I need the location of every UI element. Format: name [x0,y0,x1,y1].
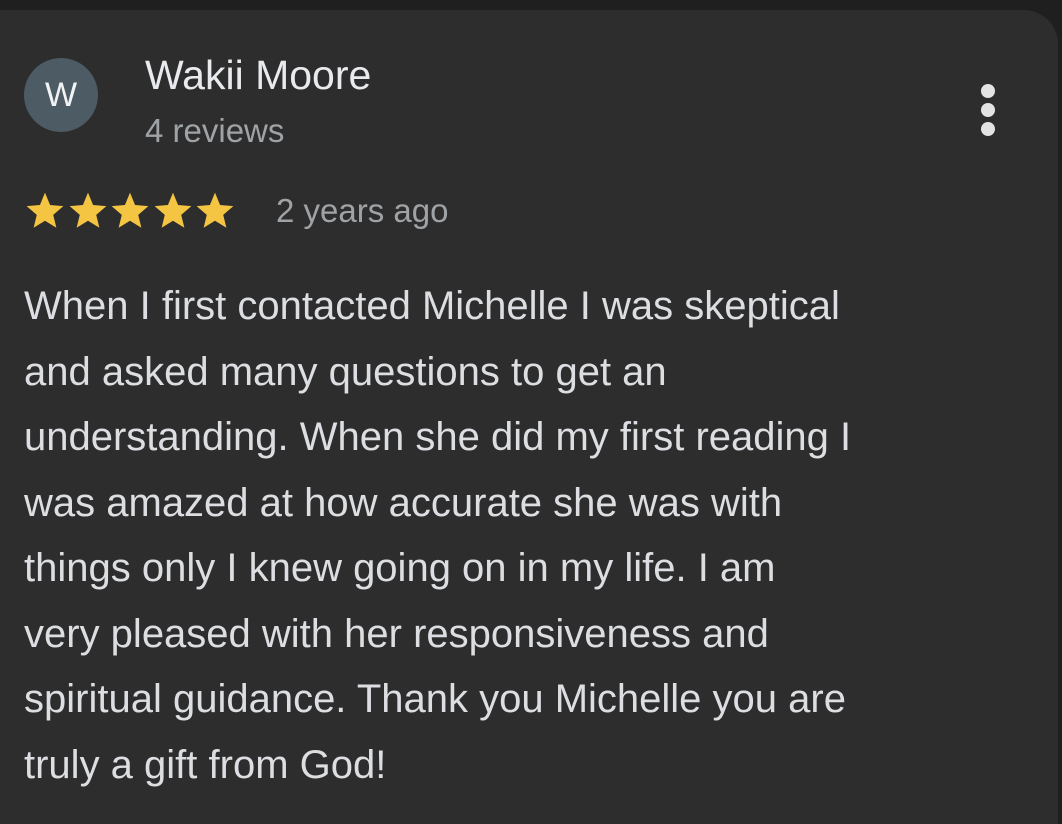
review-text-line: understanding. When she did my first rea… [24,415,852,459]
more-vert-icon [981,84,995,98]
review-text-line: things only I knew going on in my life. … [24,546,776,590]
star-icon [26,192,64,228]
author-name[interactable]: Wakii Moore [145,48,371,102]
review-text-line: very pleased with her responsiveness and [24,611,769,656]
more-options-button[interactable] [968,76,1010,148]
review-text-line: was amazed at how accurate she was with [24,480,783,525]
review-card: W Wakii Moore 4 reviews 2 years ago When… [0,10,1058,824]
more-vert-icon-dot [981,103,995,117]
star-icon [154,192,191,228]
avatar[interactable]: W [24,58,98,132]
screen: W Wakii Moore 4 reviews 2 years ago When… [0,0,1062,824]
star-icon [111,192,149,228]
review-text-line: spiritual guidance. Thank you Michelle y… [24,677,846,721]
star-icon [196,192,234,228]
review-time: 2 years ago [276,192,449,229]
star-icon [69,192,106,228]
review-text-line: and asked many questions to get an [24,349,667,394]
review-text-line: truly a gift from God! [24,742,387,787]
review-text: When I first contacted Michelle I was sk… [24,274,1034,798]
review-text-line: When I first contacted Michelle I was sk… [24,284,840,328]
star-rating [24,190,254,234]
author-review-count: 4 reviews [145,112,285,149]
more-vert-icon-dot [981,122,995,136]
